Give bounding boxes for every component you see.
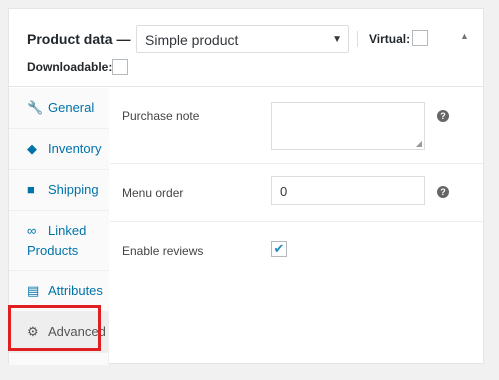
enable-reviews-checkbox[interactable]: ✔: [271, 241, 287, 257]
virtual-label: Virtual:: [369, 32, 411, 46]
advanced-panel: Purchase note ◢ ? Menu order 0 ? Enable …: [110, 88, 483, 365]
panel-title: Product data —: [27, 31, 131, 47]
advanced-tab-highlight: [8, 305, 101, 351]
purchase-note-row: Purchase note ◢ ?: [110, 88, 483, 164]
tab-shipping-label: Shipping: [48, 182, 99, 197]
tab-linked-label-2: Products: [27, 243, 79, 258]
tab-attributes-label: Attributes: [48, 283, 103, 298]
menu-order-row: Menu order 0 ?: [110, 164, 483, 222]
enable-reviews-label: Enable reviews: [122, 244, 204, 258]
downloadable-label: Downloadable:: [27, 60, 113, 74]
enable-reviews-row: Enable reviews ✔: [110, 222, 483, 278]
dropdown-arrow-icon: ▼: [332, 34, 342, 45]
purchase-note-textarea[interactable]: ◢: [271, 102, 425, 150]
tab-shipping[interactable]: ■ Shipping: [9, 170, 109, 211]
wrench-icon: 🔧: [27, 100, 44, 115]
tab-general[interactable]: 🔧 General: [9, 88, 109, 129]
help-icon[interactable]: ?: [437, 110, 449, 122]
tab-inventory[interactable]: ◆ Inventory: [9, 129, 109, 170]
panel-header: Product data — Simple product ▼ Virtual:…: [9, 9, 483, 87]
separator: [357, 31, 358, 47]
tab-linked-products[interactable]: ∞ Linked Products: [9, 211, 109, 271]
checkmark-icon: ✔: [273, 241, 285, 256]
list-icon: ▤: [27, 283, 40, 298]
virtual-checkbox[interactable]: [412, 30, 428, 46]
downloadable-checkbox[interactable]: [112, 59, 128, 75]
tag-icon: ◆: [27, 141, 37, 156]
menu-order-value: 0: [280, 184, 288, 199]
menu-order-input[interactable]: 0: [271, 176, 425, 205]
purchase-note-label: Purchase note: [122, 109, 200, 123]
tab-general-label: General: [48, 100, 95, 115]
link-icon: ∞: [27, 223, 37, 238]
product-type-value: Simple product: [145, 32, 239, 48]
resize-handle-icon[interactable]: ◢: [416, 139, 422, 148]
menu-order-label: Menu order: [122, 186, 184, 200]
product-type-select[interactable]: Simple product ▼: [136, 25, 349, 53]
truck-icon: ■: [27, 182, 35, 197]
tab-inventory-label: Inventory: [48, 141, 102, 156]
tab-linked-label: Linked: [48, 223, 87, 238]
help-icon[interactable]: ?: [437, 186, 449, 198]
triangle-up-icon[interactable]: ▲: [460, 31, 469, 41]
